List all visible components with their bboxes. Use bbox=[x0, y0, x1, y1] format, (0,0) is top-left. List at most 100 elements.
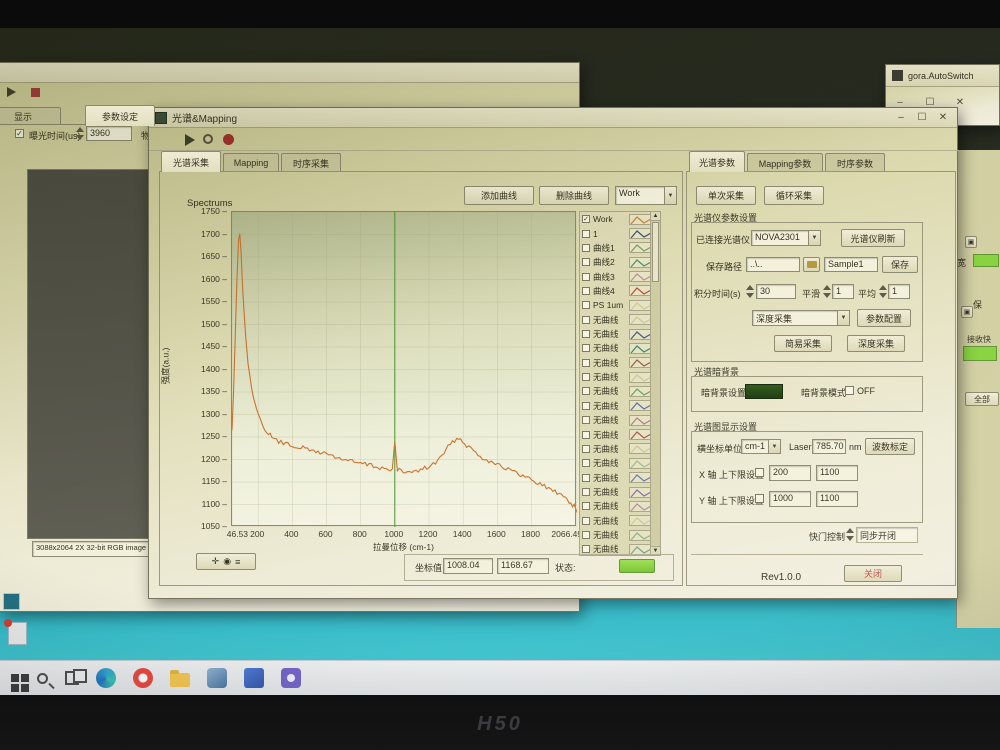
start-icon[interactable] bbox=[11, 674, 19, 682]
tab-time-series[interactable]: 时序采集 bbox=[281, 153, 341, 172]
legend-line-swatch[interactable] bbox=[629, 415, 651, 426]
save-path-field[interactable]: ..\.. bbox=[746, 257, 800, 272]
legend-line-swatch[interactable] bbox=[629, 515, 651, 526]
legend-line-swatch[interactable] bbox=[629, 228, 651, 239]
legend-scrollbar[interactable]: ▲ ▼ bbox=[650, 212, 660, 555]
desktop-icon-2[interactable] bbox=[8, 622, 27, 645]
legend-checkbox[interactable] bbox=[582, 431, 590, 439]
legend-line-swatch[interactable] bbox=[629, 530, 651, 541]
shutter-stepper[interactable] bbox=[846, 528, 854, 541]
legend-item[interactable]: 无曲线 bbox=[580, 499, 651, 513]
legend-checkbox[interactable] bbox=[582, 373, 590, 381]
graph-tools-palette[interactable]: ✛ ◉ ≡ bbox=[196, 553, 256, 570]
mini-toggle-button-2[interactable]: ▣ bbox=[961, 306, 973, 318]
camera-window-titlebar[interactable] bbox=[0, 63, 579, 83]
legend-checkbox[interactable] bbox=[582, 301, 590, 309]
file-explorer-icon[interactable] bbox=[170, 673, 190, 687]
coord-x-field[interactable]: 1008.04 bbox=[443, 558, 493, 574]
legend-line-swatch[interactable] bbox=[629, 329, 651, 340]
maximize-button[interactable]: ☐ bbox=[914, 112, 930, 123]
legend-checkbox[interactable] bbox=[582, 387, 590, 395]
desktop-icon-1[interactable] bbox=[3, 593, 20, 610]
x-unit-combo[interactable]: cm-1 ▼ bbox=[741, 439, 781, 454]
legend-checkbox[interactable] bbox=[582, 502, 590, 510]
legend-checkbox[interactable] bbox=[582, 244, 590, 252]
legend-item[interactable]: 无曲线 bbox=[580, 327, 651, 341]
purple-app-icon[interactable] bbox=[281, 668, 301, 688]
legend-item[interactable]: 无曲线 bbox=[580, 442, 651, 456]
search-icon[interactable] bbox=[37, 673, 48, 684]
chrome-browser-icon[interactable] bbox=[133, 668, 153, 688]
legend-checkbox[interactable] bbox=[582, 416, 590, 424]
spectrum-plot[interactable] bbox=[231, 211, 576, 526]
legend-checkbox[interactable] bbox=[582, 517, 590, 525]
run-arrow-icon[interactable] bbox=[185, 134, 195, 146]
legend-checkbox[interactable] bbox=[582, 402, 590, 410]
legend-item[interactable]: 曲线1 bbox=[580, 241, 651, 255]
crosshair-icon[interactable]: ✛ bbox=[212, 556, 220, 567]
x-min-field[interactable]: 200 bbox=[769, 465, 811, 481]
add-curve-button[interactable]: 添加曲线 bbox=[464, 186, 534, 205]
legend-checkbox[interactable] bbox=[582, 531, 590, 539]
pan-icon[interactable]: ≡ bbox=[235, 557, 240, 567]
scrollbar-thumb[interactable] bbox=[652, 222, 659, 282]
abort-icon[interactable] bbox=[223, 134, 234, 145]
exposure-field[interactable]: 3960 bbox=[86, 126, 132, 141]
legend-line-swatch[interactable] bbox=[629, 357, 651, 368]
wavenumber-calib-button[interactable]: 波数标定 bbox=[865, 438, 915, 455]
legend-line-swatch[interactable] bbox=[629, 487, 651, 498]
tab-mapping[interactable]: Mapping bbox=[223, 153, 279, 172]
legend-line-swatch[interactable] bbox=[629, 285, 651, 296]
legend-item[interactable]: PS 1um bbox=[580, 298, 651, 312]
legend-line-swatch[interactable] bbox=[629, 400, 651, 411]
tab-spectrum-acquire[interactable]: 光谱采集 bbox=[161, 151, 221, 172]
legend-line-swatch[interactable] bbox=[629, 343, 651, 354]
legend-item[interactable]: 曲线2 bbox=[580, 255, 651, 269]
legend-line-swatch[interactable] bbox=[629, 472, 651, 483]
legend-item[interactable]: 无曲线 bbox=[580, 313, 651, 327]
legend-item[interactable]: 无曲线 bbox=[580, 356, 651, 370]
legend-line-swatch[interactable] bbox=[629, 386, 651, 397]
refresh-spectrometer-button[interactable]: 光谱仪刷新 bbox=[841, 229, 905, 247]
legend-checkbox[interactable] bbox=[582, 488, 590, 496]
legend-item[interactable]: 曲线3 bbox=[580, 269, 651, 283]
legend-item[interactable]: 曲线4 bbox=[580, 284, 651, 298]
y-max-field[interactable]: 1100 bbox=[816, 491, 858, 507]
legend-line-swatch[interactable] bbox=[629, 458, 651, 469]
legend-line-swatch[interactable] bbox=[629, 372, 651, 383]
legend-item[interactable]: 无曲线 bbox=[580, 399, 651, 413]
tab-timing-params[interactable]: 时序参数 bbox=[825, 153, 885, 172]
laser-field[interactable]: 785.70 bbox=[812, 439, 846, 454]
legend-item[interactable]: ✓Work bbox=[580, 212, 651, 226]
curve-select-combo[interactable]: Work ▼ bbox=[615, 186, 677, 205]
legend-checkbox[interactable] bbox=[582, 359, 590, 367]
legend-checkbox[interactable] bbox=[582, 287, 590, 295]
y-min-field[interactable]: 1000 bbox=[769, 491, 811, 507]
legend-item[interactable]: 无曲线 bbox=[580, 514, 651, 528]
main-titlebar[interactable]: 光谱&Mapping – ☐ ✕ bbox=[149, 108, 957, 128]
legend-line-swatch[interactable] bbox=[629, 300, 651, 311]
legend-checkbox[interactable] bbox=[582, 273, 590, 281]
legend-line-swatch[interactable] bbox=[629, 501, 651, 512]
legend-checkbox[interactable] bbox=[582, 258, 590, 266]
remove-curve-button[interactable]: 删除曲线 bbox=[539, 186, 609, 205]
smooth-stepper[interactable] bbox=[823, 285, 831, 298]
camera-tab-display[interactable]: 显示 bbox=[0, 107, 61, 124]
task-view-icon[interactable] bbox=[65, 671, 79, 685]
coord-y-field[interactable]: 1168.67 bbox=[497, 558, 549, 574]
tab-mapping-params[interactable]: Mapping参数 bbox=[747, 153, 823, 172]
sample-name-field[interactable]: Sample1 bbox=[824, 257, 878, 272]
save-button[interactable]: 保存 bbox=[882, 256, 918, 273]
legend-line-swatch[interactable] bbox=[629, 257, 651, 268]
legend-item[interactable]: 1 bbox=[580, 226, 651, 240]
shutter-field[interactable]: 同步开闭 bbox=[856, 527, 918, 543]
legend-checkbox[interactable] bbox=[582, 344, 590, 352]
legend-item[interactable]: 无曲线 bbox=[580, 470, 651, 484]
legend-checkbox[interactable] bbox=[582, 545, 590, 553]
legend-line-swatch[interactable] bbox=[629, 214, 651, 225]
legend-checkbox[interactable] bbox=[582, 330, 590, 338]
run-arrow-icon[interactable] bbox=[7, 87, 16, 97]
gear-icon[interactable] bbox=[203, 134, 213, 144]
zoom-icon[interactable]: ◉ bbox=[223, 556, 231, 567]
gora-titlebar[interactable]: gora.AutoSwitch bbox=[886, 65, 999, 87]
